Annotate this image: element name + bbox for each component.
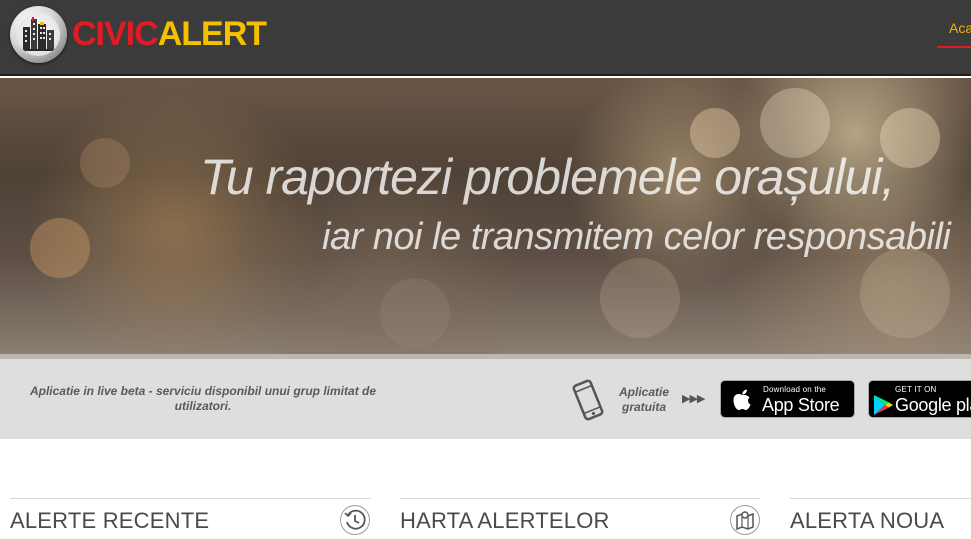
google-play-button[interactable]: GET IT ON Google play: [868, 380, 971, 418]
nav-item-acasa[interactable]: Aca: [937, 0, 971, 76]
app-store-small-text: Download on the: [763, 385, 827, 394]
city-buildings-icon: [17, 13, 60, 56]
section-title: ALERTE RECENTE: [10, 508, 210, 533]
section-title: ALERTA NOUA: [790, 508, 945, 533]
bokeh-light: [30, 218, 90, 278]
bokeh-light: [80, 138, 130, 188]
map-icon[interactable]: [730, 505, 760, 535]
site-header: CIVICALERT Aca: [0, 0, 971, 76]
bokeh-light: [380, 278, 450, 348]
logo-civic-text: CIVIC: [72, 15, 159, 53]
google-play-small-text: GET IT ON: [895, 385, 937, 394]
clock-history-icon[interactable]: [340, 505, 370, 535]
beta-notice-bar: Aplicatie in live beta - serviciu dispon…: [0, 359, 971, 439]
beta-notice-text: Aplicatie in live beta - serviciu dispon…: [29, 384, 377, 413]
bokeh-light: [600, 258, 680, 338]
free-app-label: Aplicatie gratuita: [618, 385, 669, 414]
logo-alert-text: ALERT: [157, 15, 267, 53]
apple-icon: [731, 388, 753, 412]
google-play-big-text: Google play: [895, 395, 971, 415]
section-title: HARTA ALERTELOR: [400, 508, 610, 533]
section-new-alert: ALERTA NOUA: [790, 498, 971, 539]
app-store-button[interactable]: Download on the App Store: [720, 380, 855, 418]
nav-active-indicator: [937, 46, 971, 48]
logo-wordmark[interactable]: CIVICALERT: [72, 14, 267, 54]
smartphone-icon: [568, 379, 608, 421]
google-play-icon: [873, 394, 893, 416]
arrow-right-icon: ▶▶▶: [682, 393, 705, 405]
hero-banner: Tu raportezi problemele orașului, iar no…: [0, 78, 971, 354]
hero-subheadline: iar noi le transmitem celor responsabili: [322, 216, 951, 258]
bokeh-light: [860, 248, 950, 338]
app-store-big-text: App Store: [762, 395, 840, 415]
logo-badge[interactable]: [10, 6, 67, 63]
section-alerts-map: HARTA ALERTELOR: [400, 498, 760, 539]
section-recent-alerts: ALERTE RECENTE: [10, 498, 371, 539]
hero-headline: Tu raportezi problemele orașului,: [200, 149, 895, 205]
